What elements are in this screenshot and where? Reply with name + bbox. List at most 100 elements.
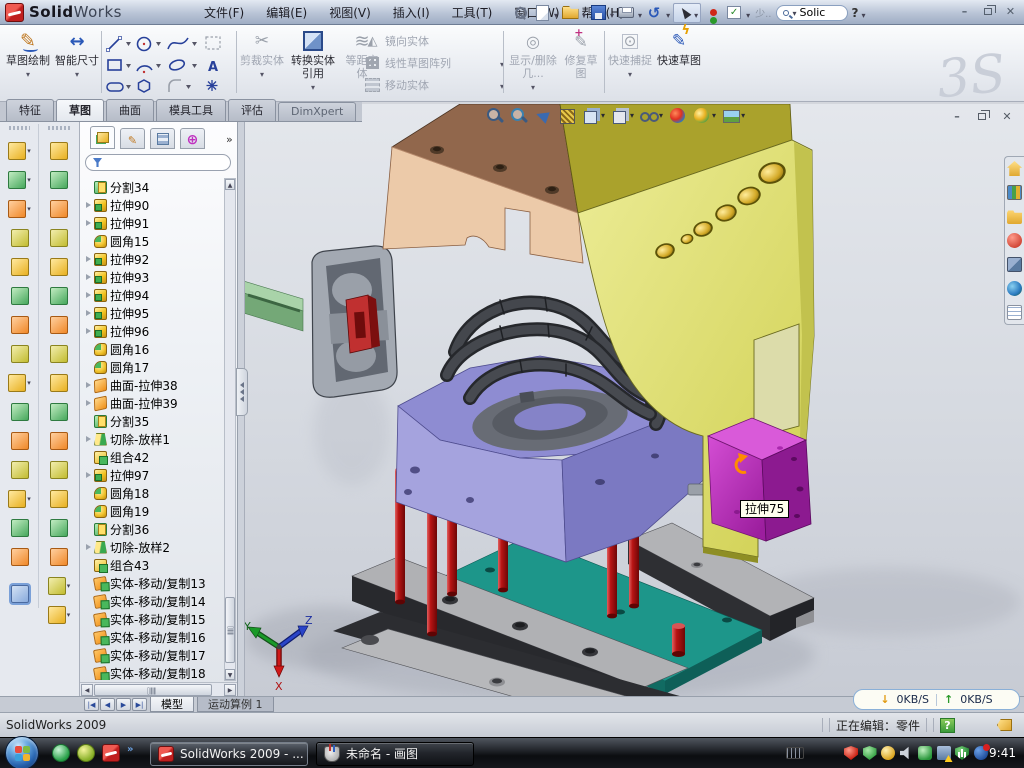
expand-arrow-icon[interactable]	[86, 472, 91, 478]
minimize-button[interactable]: –	[955, 3, 974, 20]
tree-item[interactable]: 圆角16	[82, 340, 224, 358]
dimxpert-manager-tab[interactable]	[180, 128, 205, 149]
swept-boss-button[interactable]	[1, 252, 38, 281]
ruled-surface-button[interactable]	[40, 281, 78, 310]
edit-appearance-button[interactable]	[668, 106, 687, 125]
tree-item[interactable]: 拉伸95	[82, 304, 224, 322]
menu-item[interactable]: 编辑(E)	[256, 1, 317, 24]
zoom-to-area-button[interactable]	[509, 106, 528, 125]
toolbar-grip[interactable]	[9, 126, 30, 130]
volume-icon[interactable]	[900, 746, 914, 760]
draft-analysis-button[interactable]	[40, 165, 78, 194]
magenta-block[interactable]	[708, 418, 811, 541]
reward-badge-icon[interactable]	[881, 746, 895, 760]
tree-item[interactable]: 拉伸92	[82, 250, 224, 268]
network-warning-icon[interactable]	[937, 746, 951, 760]
open-document-button[interactable]	[561, 4, 579, 22]
doc-restore-button[interactable]	[973, 109, 991, 124]
tree-item[interactable]: 曲面-拉伸38	[82, 376, 224, 394]
tree-item[interactable]: 拉伸97	[82, 466, 224, 484]
tab-特征[interactable]: 特征	[6, 99, 54, 121]
last-tab-button[interactable]: ▶|	[132, 698, 147, 711]
expand-arrow-icon[interactable]	[86, 400, 91, 406]
sketch-fillet-icon[interactable]	[169, 80, 181, 92]
arc-tool-icon[interactable]	[137, 66, 152, 73]
caret-icon[interactable]: ▾	[630, 111, 634, 120]
feature-manager-tab[interactable]	[90, 126, 115, 149]
help-caret-icon[interactable]	[861, 3, 865, 22]
toolbar-overflow-label[interactable]: 少..	[753, 5, 773, 20]
undercut-detection-button[interactable]	[40, 194, 78, 223]
offset-surface-button[interactable]	[40, 339, 78, 368]
display-style-button[interactable]: ▾	[610, 106, 634, 125]
ellipse-tool-icon[interactable]	[168, 58, 185, 71]
select-caret-icon[interactable]	[694, 3, 698, 22]
section-view-button[interactable]	[557, 106, 576, 125]
caret-icon[interactable]: ▾	[67, 582, 71, 590]
restore-button[interactable]	[978, 3, 997, 20]
graphics-viewport[interactable]: Y Z X ▾▾▾▾▾ – ✕ 拉伸75	[237, 104, 1024, 696]
draft-button[interactable]	[1, 426, 38, 455]
design-library-icon[interactable]	[1007, 185, 1022, 200]
print-button[interactable]	[617, 4, 635, 22]
tree-item[interactable]: 曲面-拉伸39	[82, 394, 224, 412]
tree-item[interactable]: 拉伸94	[82, 286, 224, 304]
next-tab-button[interactable]: ▶	[116, 698, 131, 711]
tree-item[interactable]: 实体-移动/复制17	[82, 646, 224, 664]
slot-caret-icon[interactable]	[126, 85, 131, 89]
trim-surface-button[interactable]	[40, 455, 78, 484]
expand-arrow-icon[interactable]	[86, 382, 91, 388]
tree-item[interactable]: 拉伸91	[82, 214, 224, 232]
rectangle-caret-icon[interactable]	[126, 64, 131, 68]
prev-tab-button[interactable]: ◀	[100, 698, 115, 711]
select-cursor-icon[interactable]	[676, 4, 694, 22]
tree-item[interactable]: 实体-移动/复制15	[82, 610, 224, 628]
save-caret-icon[interactable]	[610, 3, 614, 22]
caret-icon[interactable]: ▾	[741, 111, 745, 120]
tree-vertical-scrollbar[interactable]: ▲ ▼	[224, 178, 236, 681]
open-caret-icon[interactable]	[582, 3, 586, 22]
appearances-icon[interactable]	[1007, 281, 1022, 296]
tree-item[interactable]: 分割35	[82, 412, 224, 430]
rectangle-tool-icon[interactable]	[108, 60, 121, 70]
linear-pattern-button[interactable]: ▾	[1, 368, 38, 397]
expand-arrow-icon[interactable]	[86, 436, 91, 442]
caret-icon[interactable]: ▾	[27, 205, 31, 213]
caret-icon[interactable]: ▾	[712, 111, 716, 120]
input-method-keyboard-icon[interactable]	[786, 747, 804, 759]
view-palette-icon[interactable]	[1007, 257, 1022, 272]
circular-pattern-button[interactable]	[1, 397, 38, 426]
tab-草图[interactable]: 草图	[56, 99, 104, 121]
tree-item[interactable]: 实体-移动/复制16	[82, 628, 224, 646]
print-caret-icon[interactable]	[638, 3, 642, 22]
extend-surface-button[interactable]	[40, 484, 78, 513]
rebuild-button[interactable]	[704, 4, 722, 22]
rib-button[interactable]	[1, 339, 38, 368]
expand-arrow-icon[interactable]	[86, 256, 91, 262]
line-caret-icon[interactable]	[126, 42, 131, 46]
text-tool-icon[interactable]: A	[208, 60, 218, 75]
caret-icon[interactable]: ▾	[27, 495, 31, 503]
view-orientation-button[interactable]: ▾	[581, 106, 605, 125]
antivirus-shield-icon[interactable]	[863, 746, 877, 760]
upgrade-icon[interactable]	[918, 746, 932, 760]
lofted-boss-button[interactable]	[1, 281, 38, 310]
panel-overflow-button[interactable]: »	[226, 133, 233, 149]
polygon-tool-icon[interactable]	[139, 80, 150, 92]
tab-评估[interactable]: 评估	[228, 99, 276, 121]
tree-item[interactable]: 拉伸96	[82, 322, 224, 340]
view-settings-button[interactable]: ▾	[721, 106, 745, 125]
taskbar-window-inactive[interactable]: 未命名 - 画图	[316, 742, 474, 766]
panel-collapse-handle[interactable]	[236, 368, 248, 416]
line-tool-icon[interactable]	[107, 37, 122, 52]
pc-manager-icon[interactable]	[974, 746, 988, 760]
tree-item[interactable]: 圆角19	[82, 502, 224, 520]
ellipse-caret-icon[interactable]	[192, 64, 197, 68]
tree-item[interactable]: 实体-移动/复制18	[82, 664, 224, 680]
parting-surface-button[interactable]	[40, 223, 78, 252]
security-center-icon[interactable]	[844, 746, 858, 760]
tree-item[interactable]: 拉伸93	[82, 268, 224, 286]
shell-button[interactable]	[1, 310, 38, 339]
tree-item[interactable]: 圆角15	[82, 232, 224, 250]
quick-tips-icon[interactable]: ?	[940, 718, 955, 733]
